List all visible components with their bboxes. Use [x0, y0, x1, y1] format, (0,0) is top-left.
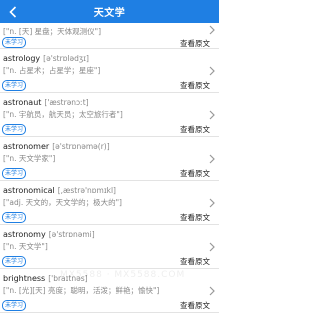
- word-list: ["n. [天] 星盘；天体观测仪"] 未学习 查看原文 astrology [ə…: [0, 23, 219, 313]
- word-headline: brightness ['braɪtnəs]: [3, 274, 88, 283]
- chevron-right-icon: [209, 198, 215, 208]
- chevron-right-icon: [209, 154, 215, 164]
- word-definition: ["n. 占星术；占星学；星座"]: [3, 66, 101, 75]
- status-badge: 未学习: [2, 168, 27, 179]
- word-phonetic: ['æstrənɔːt]: [44, 98, 89, 107]
- status-badge: 未学习: [2, 80, 27, 91]
- view-original-link[interactable]: 查看原文: [180, 256, 210, 267]
- word-definition: ["n. [天] 星盘；天体观测仪"]: [3, 27, 102, 36]
- view-original-link[interactable]: 查看原文: [180, 168, 210, 179]
- back-button[interactable]: [5, 3, 21, 20]
- view-original-link[interactable]: 查看原文: [180, 212, 210, 223]
- chevron-left-icon: [9, 5, 17, 18]
- word-headline: astronaut ['æstrənɔːt]: [3, 98, 89, 107]
- view-original-link[interactable]: 查看原文: [180, 124, 210, 135]
- word-text: brightness: [3, 274, 46, 283]
- word-definition: ["n. 天文学家"]: [3, 154, 56, 163]
- word-definition: ["n. 宇航员，航天员；太空旅行者"]: [3, 110, 123, 119]
- top-bar: 天文学: [0, 0, 219, 23]
- chevron-right-icon: [209, 286, 215, 296]
- word-headline: astrology [ə'strɒlədʒɪ]: [3, 54, 89, 63]
- word-text: astronaut: [3, 98, 42, 107]
- word-phonetic: [,æstrə'nɒmɪkl]: [57, 186, 116, 195]
- word-text: astrology: [3, 54, 41, 63]
- word-phonetic: [ə'strɒnəmə(r)]: [52, 142, 110, 151]
- word-phonetic: [ə'strɒlədʒɪ]: [43, 54, 89, 63]
- word-phonetic: ['braɪtnəs]: [48, 274, 88, 283]
- view-original-link[interactable]: 查看原文: [180, 38, 210, 49]
- list-item[interactable]: astrology [ə'strɒlədʒɪ] ["n. 占星术；占星学；星座"]…: [0, 49, 219, 93]
- status-badge: 未学习: [2, 300, 27, 311]
- list-item[interactable]: astronomer [ə'strɒnəmə(r)] ["n. 天文学家"] 未学…: [0, 137, 219, 181]
- word-definition: ["n. 天文学"]: [3, 242, 48, 251]
- word-definition: ["adj. 天文的，天文学的；极大的"]: [3, 198, 122, 207]
- view-original-link[interactable]: 查看原文: [180, 80, 210, 91]
- word-headline: astronomer [ə'strɒnəmə(r)]: [3, 142, 110, 151]
- view-original-link[interactable]: 查看原文: [180, 300, 210, 311]
- page-title: 天文学: [93, 8, 126, 19]
- word-text: astronomy: [3, 230, 46, 239]
- list-item[interactable]: ["n. [天] 星盘；天体观测仪"] 未学习 查看原文: [0, 23, 219, 49]
- status-badge: 未学习: [2, 256, 27, 267]
- chevron-right-icon: [209, 25, 215, 35]
- word-text: astronomical: [3, 186, 55, 195]
- chevron-right-icon: [209, 110, 215, 120]
- word-headline: astronomical [,æstrə'nɒmɪkl]: [3, 186, 116, 195]
- status-badge: 未学习: [2, 212, 27, 223]
- chevron-right-icon: [209, 66, 215, 76]
- list-item[interactable]: astronomy [ə'strɒnəmi] ["n. 天文学"] 未学习 查看原…: [0, 225, 219, 269]
- word-phonetic: [ə'strɒnəmi]: [48, 230, 95, 239]
- list-item[interactable]: brightness ['braɪtnəs] ["n. [光][天] 亮度；聪明，…: [0, 269, 219, 313]
- word-definition: ["n. [光][天] 亮度；聪明，活泼；鲜艳；愉快"]: [3, 286, 160, 295]
- status-badge: 未学习: [2, 37, 27, 48]
- list-item[interactable]: astronaut ['æstrənɔːt] ["n. 宇航员，航天员；太空旅行者…: [0, 93, 219, 137]
- word-text: astronomer: [3, 142, 50, 151]
- word-headline: astronomy [ə'strɒnəmi]: [3, 230, 95, 239]
- list-item[interactable]: astronomical [,æstrə'nɒmɪkl] ["adj. 天文的，天…: [0, 181, 219, 225]
- status-badge: 未学习: [2, 124, 27, 135]
- chevron-right-icon: [209, 242, 215, 252]
